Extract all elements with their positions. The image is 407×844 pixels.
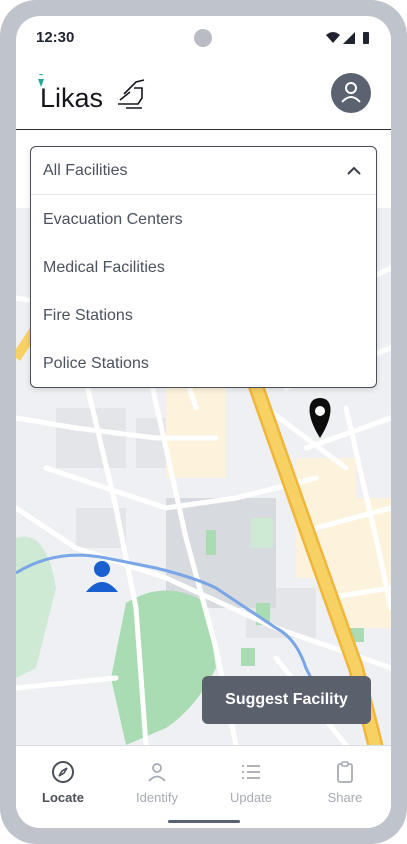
compass-icon (52, 761, 74, 783)
filter-option-fire-stations[interactable]: Fire Stations (43, 307, 133, 325)
suggest-facility-button[interactable]: Suggest Facility (202, 676, 371, 724)
filter-selected-value: All Facilities (43, 162, 128, 179)
device-frame: 12:30 Likas All Facilities Evacuation Ce… (0, 0, 407, 844)
person-icon (148, 763, 166, 782)
nav-label-locate: Locate (42, 790, 84, 805)
nav-item-locate[interactable]: Locate (16, 746, 110, 810)
bottom-navigation: Locate Identify Update Share (16, 745, 391, 828)
profile-avatar-button[interactable] (331, 73, 371, 113)
likas-logo: Likas (38, 74, 145, 113)
nav-label-share: Share (327, 790, 363, 805)
nav-item-identify[interactable]: Identify (110, 746, 204, 810)
nav-item-share[interactable]: Share (298, 746, 391, 810)
nav-label-identify: Identify (136, 790, 178, 805)
chevron-up-icon[interactable] (346, 163, 362, 179)
status-bar: 12:30 (16, 16, 391, 60)
battery-icon (363, 32, 369, 44)
filter-option-medical-facilities[interactable]: Medical Facilities (43, 259, 165, 277)
logo-wordmark: Likas (40, 83, 103, 113)
user-icon (341, 82, 361, 103)
app-screen: 12:30 Likas All Facilities Evacuation Ce… (16, 16, 391, 828)
status-icons (326, 32, 369, 44)
facility-filter-dropdown[interactable]: All Facilities Evacuation Centers Medica… (30, 146, 377, 388)
filter-option-police-stations[interactable]: Police Stations (43, 355, 149, 373)
filter-option-evacuation-centers[interactable]: Evacuation Centers (43, 211, 183, 229)
logo-hand-icon (118, 79, 145, 109)
home-indicator[interactable] (168, 820, 240, 823)
nav-label-update: Update (230, 790, 272, 805)
wifi-icon (326, 32, 340, 43)
app-header: Likas (16, 60, 391, 130)
list-icon (242, 765, 260, 779)
status-time: 12:30 (36, 29, 75, 46)
nav-item-update[interactable]: Update (204, 746, 298, 810)
facility-filter-select[interactable]: All Facilities (31, 147, 376, 195)
signal-icon (343, 32, 355, 44)
camera-cutout (194, 29, 212, 47)
clipboard-icon (337, 761, 353, 783)
